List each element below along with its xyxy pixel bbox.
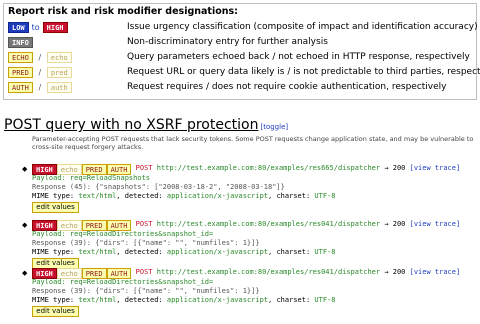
payload-line: Payload: req=ReloadDirectories&snapshot_… <box>32 278 214 286</box>
payload-line: Payload: req=ReloadDirectories&snapshot_… <box>32 230 214 238</box>
auth-off-badge: auth <box>46 82 72 93</box>
detected-label: , detected: <box>116 296 167 304</box>
section-description: Parameter-accepting POST requests that l… <box>32 135 474 151</box>
request-url-link[interactable]: http://test.example.com:80/examples/res6… <box>157 164 380 172</box>
response-line: Response (39): {"dirs": [{"name": "", "n… <box>32 287 260 295</box>
http-method: POST <box>135 268 153 276</box>
bullet-icon: ◆ <box>22 222 28 229</box>
slash-separator: / <box>38 83 42 92</box>
auth-badge: AUTH <box>8 82 33 93</box>
status-code: → 200 <box>384 268 406 276</box>
view-trace-link[interactable]: [view trace] <box>410 268 461 276</box>
mime-label: MIME type: <box>32 296 79 304</box>
toggle-link[interactable]: [toggle] <box>260 123 288 131</box>
mime-line: MIME type: text/html, detected: applicat… <box>32 192 335 201</box>
charset-value: UTF-8 <box>314 296 336 304</box>
mime-value: text/html <box>78 296 117 304</box>
http-method: POST <box>135 164 153 172</box>
legend-desc-auth: Request requires / does not require cook… <box>127 82 447 92</box>
detected-value: application/x-javascript <box>166 296 269 304</box>
low-badge: LOW <box>8 22 29 33</box>
bullet-icon: ◆ <box>22 166 28 173</box>
legend-desc-pred: Request URL or query data likely is / is… <box>127 67 480 77</box>
charset-label: , charset: <box>268 248 315 256</box>
info-badge: INFO <box>8 37 33 48</box>
status-code: → 200 <box>384 220 406 228</box>
section-title: POST query with no XSRF protection <box>4 117 259 133</box>
edit-values-button[interactable]: edit values <box>32 306 79 317</box>
request-url-link[interactable]: http://test.example.com:80/examples/res0… <box>157 220 380 228</box>
mime-value: text/html <box>78 248 117 256</box>
bullet-icon: ◆ <box>22 270 28 277</box>
section-heading: POST query with no XSRF protection [toggl… <box>4 117 288 133</box>
pred-off-badge: pred <box>46 67 72 78</box>
mime-label: MIME type: <box>32 248 79 256</box>
legend-desc-info: Non-discriminatory entry for further ana… <box>127 37 328 47</box>
legend-desc-echo: Query parameters echoed back / not echoe… <box>127 52 470 62</box>
view-trace-link[interactable]: [view trace] <box>410 164 461 172</box>
detected-value: application/x-javascript <box>166 248 269 256</box>
risk-legend-panel: Report risk and risk modifier designatio… <box>3 3 480 100</box>
mime-label: MIME type: <box>32 192 79 200</box>
echo-off-badge: echo <box>46 52 72 63</box>
detected-label: , detected: <box>116 192 167 200</box>
view-trace-link[interactable]: [view trace] <box>410 220 461 228</box>
slash-separator: / <box>38 53 42 62</box>
http-method: POST <box>135 220 153 228</box>
legend-title: Report risk and risk modifier designatio… <box>8 6 238 17</box>
slash-separator: / <box>38 68 42 77</box>
request-url-link[interactable]: http://test.example.com:80/examples/res0… <box>157 268 380 276</box>
legend-desc-urgency: Issue urgency classification (composite … <box>127 22 478 32</box>
detected-value: application/x-javascript <box>166 192 269 200</box>
charset-value: UTF-8 <box>314 248 336 256</box>
charset-label: , charset: <box>268 296 315 304</box>
response-line: Response (39): {"dirs": [{"name": "", "n… <box>32 239 260 247</box>
charset-value: UTF-8 <box>314 192 336 200</box>
mime-line: MIME type: text/html, detected: applicat… <box>32 296 335 305</box>
to-word: to <box>31 23 40 32</box>
echo-badge: ECHO <box>8 52 33 63</box>
charset-label: , charset: <box>268 192 315 200</box>
response-line: Response (45): {"snapshots": ["2008-03-1… <box>32 183 285 191</box>
mime-value: text/html <box>78 192 117 200</box>
payload-line: Payload: req=ReloadSnapshots <box>32 174 151 182</box>
edit-values-button[interactable]: edit values <box>32 202 79 213</box>
high-badge: HIGH <box>42 22 68 33</box>
status-code: → 200 <box>384 164 406 172</box>
pred-badge: PRED <box>8 67 33 78</box>
detected-label: , detected: <box>116 248 167 256</box>
mime-line: MIME type: text/html, detected: applicat… <box>32 248 335 257</box>
